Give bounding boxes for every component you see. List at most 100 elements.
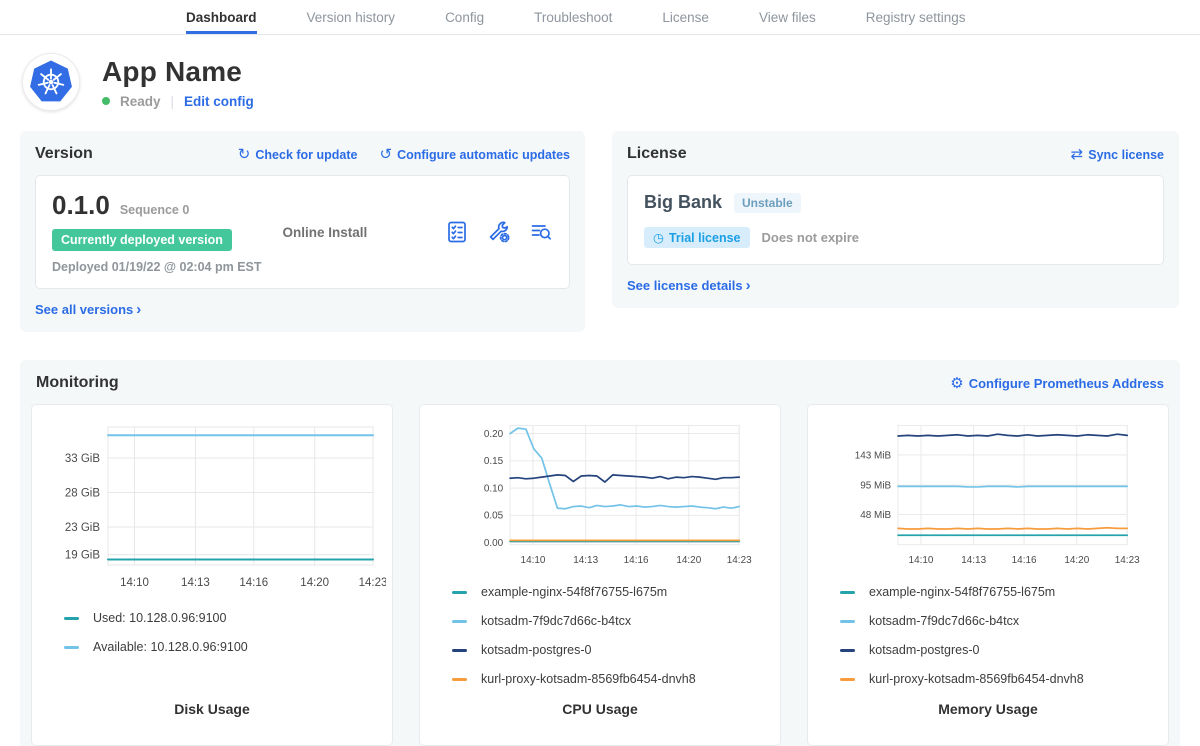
disk-usage-legend: Used: 10.128.0.96:9100 Available: 10.128.…	[38, 607, 386, 701]
svg-text:33 GiB: 33 GiB	[65, 453, 100, 465]
legend-label: kurl-proxy-kotsadm-8569fb6454-dnvh8	[869, 672, 1084, 686]
page-title: App Name	[102, 56, 254, 88]
tab-config[interactable]: Config	[445, 0, 484, 34]
edit-config-wrench-icon[interactable]	[487, 220, 511, 244]
version-card: Version ↻Check for update ↺Configure aut…	[20, 131, 585, 332]
sequence-label: Sequence 0	[120, 203, 189, 217]
legend-item: example-nginx-54f8f76755-l675m	[452, 585, 774, 599]
cpu-usage-chart-card: 0.00 0.05 0.10 0.15 0.20 14:10 14:13 14:16 14:20…	[419, 404, 781, 746]
svg-text:48 MiB: 48 MiB	[860, 510, 891, 521]
legend-item: kurl-proxy-kotsadm-8569fb6454-dnvh8	[840, 672, 1162, 686]
svg-text:14:20: 14:20	[676, 555, 701, 566]
legend-color-dash	[840, 649, 855, 652]
svg-text:0.10: 0.10	[484, 483, 504, 494]
deployed-timestamp: Deployed 01/19/22 @ 02:04 pm EST	[52, 260, 282, 274]
check-for-update-link[interactable]: ↻Check for update	[238, 145, 358, 163]
legend-item: kotsadm-postgres-0	[452, 643, 774, 657]
svg-text:14:20: 14:20	[300, 577, 329, 589]
svg-text:0.00: 0.00	[484, 538, 504, 549]
tab-view-files[interactable]: View files	[759, 0, 816, 34]
preflight-checks-icon[interactable]	[445, 220, 469, 244]
legend-color-dash	[452, 649, 467, 652]
version-card-title: Version	[35, 145, 93, 163]
configure-prometheus-link[interactable]: ⚙Configure Prometheus Address	[950, 374, 1164, 392]
legend-color-dash	[64, 646, 79, 649]
legend-color-dash	[840, 620, 855, 623]
legend-label: kotsadm-postgres-0	[481, 643, 591, 657]
sync-license-link[interactable]: ⇄Sync license	[1071, 145, 1164, 163]
kubernetes-icon	[28, 59, 74, 105]
svg-text:0.05: 0.05	[484, 511, 504, 522]
channel-badge: Unstable	[734, 193, 801, 213]
legend-color-dash	[840, 678, 855, 681]
legend-color-dash	[64, 617, 79, 620]
svg-text:19 GiB: 19 GiB	[65, 550, 100, 562]
divider: |	[171, 94, 175, 109]
svg-text:14:13: 14:13	[181, 577, 210, 589]
legend-item: kotsadm-postgres-0	[840, 643, 1162, 657]
svg-text:0.15: 0.15	[484, 456, 504, 467]
license-card-title: License	[627, 145, 687, 163]
license-expiry: Does not expire	[762, 230, 860, 245]
tab-registry-settings[interactable]: Registry settings	[866, 0, 966, 34]
svg-text:95 MiB: 95 MiB	[860, 480, 891, 491]
chart-title: Disk Usage	[38, 701, 386, 731]
legend-label: example-nginx-54f8f76755-l675m	[869, 585, 1055, 599]
legend-item: kotsadm-7f9dc7d66c-b4tcx	[840, 614, 1162, 628]
status-text: Ready	[120, 94, 161, 109]
app-header: App Name Ready | Edit config	[0, 35, 1200, 121]
memory-usage-chart-card: 48 MiB95 MiB143 MiB14:1014:1314:1614:201…	[807, 404, 1169, 746]
legend-label: example-nginx-54f8f76755-l675m	[481, 585, 667, 599]
cpu-usage-chart: 0.00 0.05 0.10 0.15 0.20 14:10 14:13 14:16 14:20…	[426, 415, 774, 581]
see-all-versions-link[interactable]: See all versions›	[35, 302, 141, 317]
chart-title: Memory Usage	[814, 701, 1162, 731]
legend-item: kurl-proxy-kotsadm-8569fb6454-dnvh8	[452, 672, 774, 686]
svg-text:143 MiB: 143 MiB	[855, 450, 892, 461]
cpu-usage-legend: example-nginx-54f8f76755-l675m kotsadm-7f…	[426, 581, 774, 701]
edit-config-link[interactable]: Edit config	[184, 94, 254, 109]
license-card: License ⇄Sync license Big Bank Unstable …	[612, 131, 1179, 308]
tab-license[interactable]: License	[662, 0, 709, 34]
app-logo	[22, 53, 80, 111]
legend-color-dash	[452, 591, 467, 594]
install-type-label: Online Install	[282, 225, 445, 240]
tab-dashboard[interactable]: Dashboard	[186, 0, 257, 34]
memory-usage-legend: example-nginx-54f8f76755-l675m kotsadm-7f…	[814, 581, 1162, 701]
deployed-version-badge: Currently deployed version	[52, 229, 232, 251]
disk-usage-chart-card: 19 GiB23 GiB28 GiB33 GiB14:1014:1314:161…	[31, 404, 393, 746]
legend-color-dash	[452, 678, 467, 681]
trial-license-badge: ◷Trial license	[644, 227, 750, 248]
svg-text:14:23: 14:23	[727, 555, 752, 566]
clock-refresh-icon: ↺	[379, 146, 392, 163]
svg-text:14:10: 14:10	[909, 555, 934, 566]
chart-title: CPU Usage	[426, 701, 774, 731]
svg-text:0.20: 0.20	[484, 429, 504, 440]
deploy-logs-icon[interactable]	[529, 220, 553, 244]
legend-label: Available: 10.128.0.96:9100	[93, 640, 248, 654]
see-license-details-link[interactable]: See license details›	[627, 278, 751, 293]
svg-text:14:13: 14:13	[573, 555, 598, 566]
tab-version-history[interactable]: Version history	[307, 0, 396, 34]
legend-item: kotsadm-7f9dc7d66c-b4tcx	[452, 614, 774, 628]
monitoring-section: Monitoring ⚙Configure Prometheus Address…	[20, 360, 1180, 746]
svg-text:28 GiB: 28 GiB	[65, 488, 100, 500]
legend-item: example-nginx-54f8f76755-l675m	[840, 585, 1162, 599]
svg-text:14:23: 14:23	[1115, 555, 1140, 566]
refresh-icon: ↻	[238, 146, 251, 163]
legend-item: Available: 10.128.0.96:9100	[64, 640, 386, 654]
legend-label: kurl-proxy-kotsadm-8569fb6454-dnvh8	[481, 672, 696, 686]
tab-troubleshoot[interactable]: Troubleshoot	[534, 0, 612, 34]
chevron-right-icon: ›	[136, 301, 141, 318]
svg-text:14:10: 14:10	[521, 555, 546, 566]
disk-usage-chart: 19 GiB23 GiB28 GiB33 GiB14:1014:1314:161…	[38, 415, 386, 607]
legend-label: Used: 10.128.0.96:9100	[93, 611, 226, 625]
svg-text:14:16: 14:16	[624, 555, 649, 566]
sync-arrows-icon: ⇄	[1071, 146, 1084, 163]
chevron-right-icon: ›	[746, 277, 751, 294]
stopwatch-icon: ◷	[653, 230, 664, 245]
legend-label: kotsadm-7f9dc7d66c-b4tcx	[481, 614, 631, 628]
svg-text:14:20: 14:20	[1064, 555, 1089, 566]
top-tab-bar: Dashboard Version history Config Trouble…	[0, 0, 1200, 35]
svg-text:14:23: 14:23	[359, 577, 386, 589]
configure-auto-updates-link[interactable]: ↺Configure automatic updates	[379, 145, 570, 163]
